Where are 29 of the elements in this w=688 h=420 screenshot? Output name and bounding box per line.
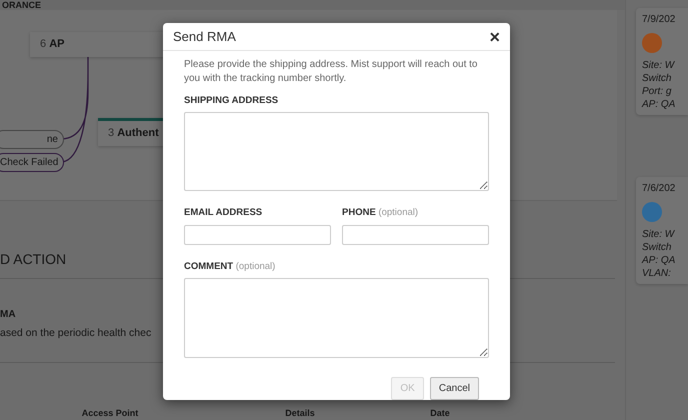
- close-button[interactable]: ×: [489, 28, 500, 46]
- event-detail: VLAN:: [642, 267, 672, 280]
- event-detail: Site: W: [642, 228, 676, 241]
- item-description: ased on the periodic health chec: [0, 326, 152, 341]
- status-pill[interactable]: ne: [0, 130, 64, 150]
- event-detail: AP: QA: [642, 254, 676, 267]
- event-detail: Switch: [642, 241, 672, 254]
- cancel-button[interactable]: Cancel: [430, 376, 479, 400]
- item-title: MA: [0, 308, 17, 322]
- event-date: 7/9/202: [642, 13, 676, 27]
- column-header: Details: [285, 408, 315, 418]
- event-detail: Port: g: [642, 85, 672, 98]
- field-label: COMMENT (optional): [184, 260, 276, 274]
- event-detail: AP: QA: [642, 98, 676, 111]
- field-label: SHIPPING ADDRESS: [184, 94, 280, 108]
- event-date: 7/6/202: [642, 182, 676, 196]
- column-header: Access Point: [82, 408, 138, 418]
- input-field[interactable]: [342, 224, 489, 244]
- intro-text: Please provide the shipping address. Mist support will reach out to you with the tracking number shortly.: [184, 58, 478, 86]
- text-area[interactable]: [184, 278, 489, 358]
- section-title: ORANCE: [0, 0, 625, 10]
- event-detail: Switch: [642, 72, 672, 85]
- event-detail: Site: W: [642, 59, 676, 72]
- status-pill[interactable]: Check Failed: [0, 153, 64, 172]
- field-label: PHONE (optional): [342, 206, 420, 220]
- field-label: EMAIL ADDRESS: [184, 206, 264, 220]
- column-header: Date: [430, 408, 450, 418]
- text-area[interactable]: [184, 112, 489, 192]
- input-field[interactable]: [184, 224, 331, 244]
